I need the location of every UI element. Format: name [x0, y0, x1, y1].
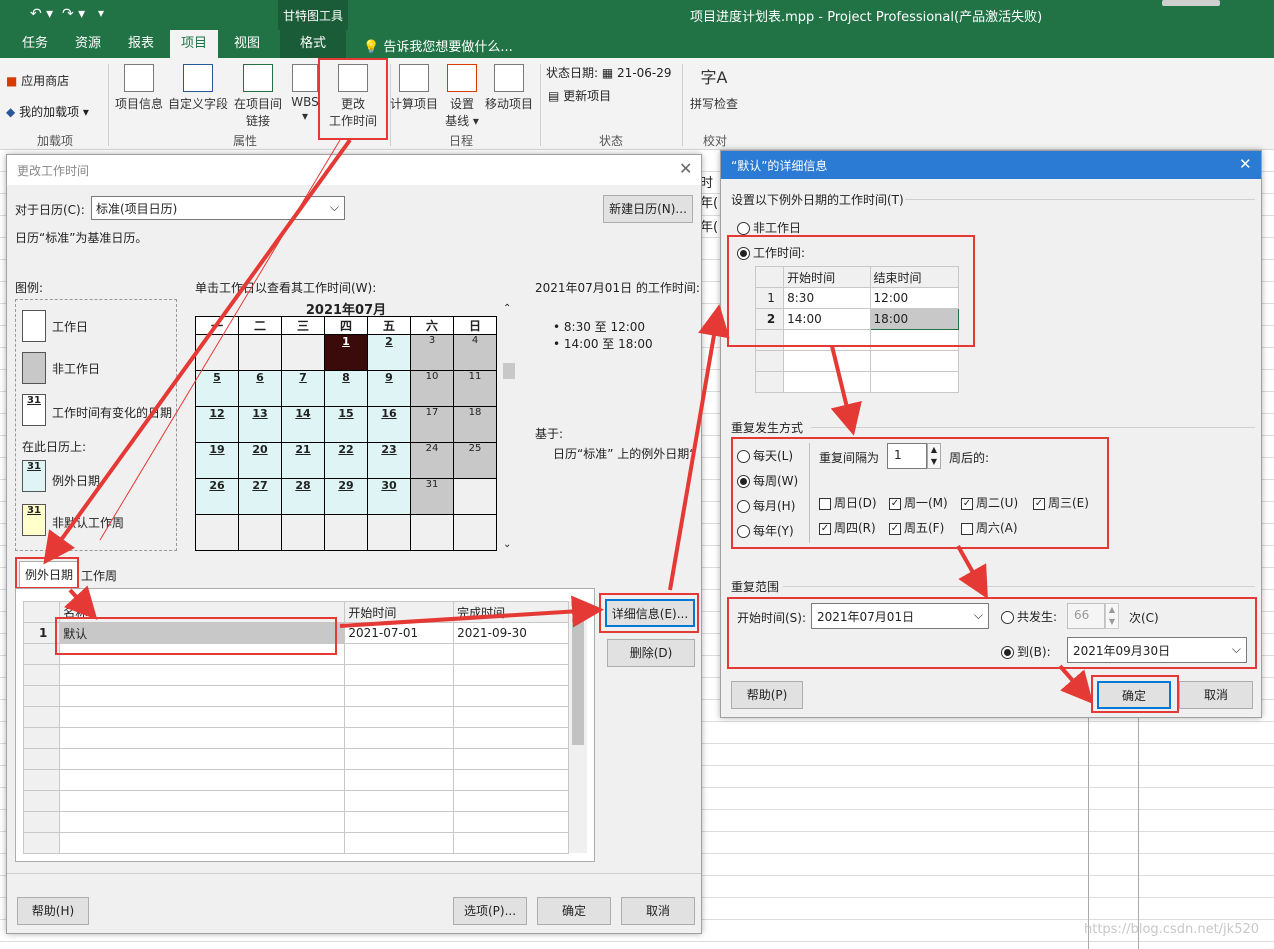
watermark: https://blog.csdn.net/jk520: [1084, 922, 1260, 937]
arrow: [830, 345, 862, 436]
annotation-arrows: [43, 138, 1094, 705]
arrow: [63, 585, 98, 620]
arrow: [339, 595, 604, 628]
arrow: [43, 138, 352, 565]
arrow: [1058, 664, 1094, 705]
arrow: [956, 545, 988, 599]
arrow-thin: [99, 139, 341, 541]
arrow: [668, 304, 730, 591]
